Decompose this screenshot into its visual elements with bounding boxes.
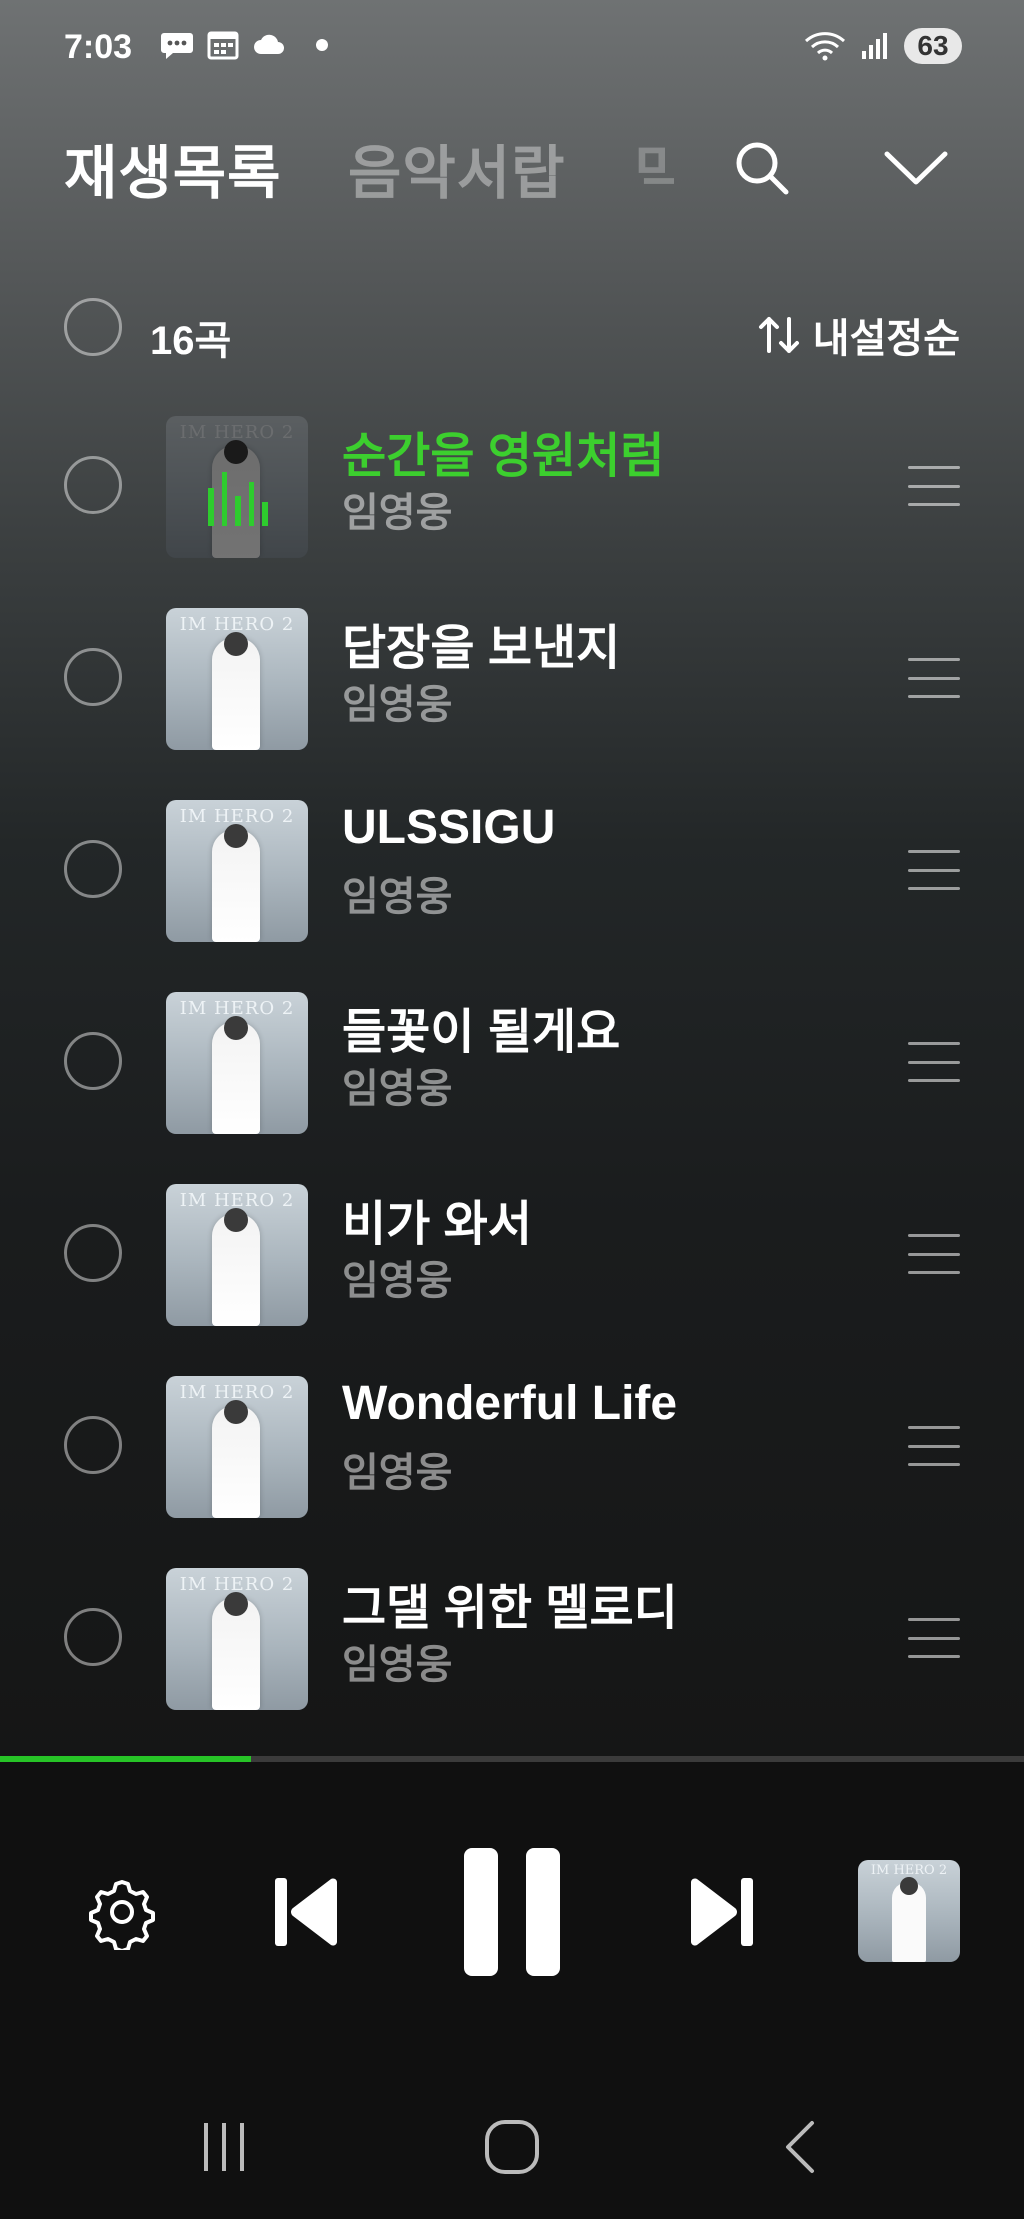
chat-icon <box>161 33 193 59</box>
album-art: IM HERO 2 <box>166 800 308 942</box>
system-nav-bar <box>0 2072 1024 2219</box>
notification-dot <box>316 39 328 51</box>
list-header: 16곡 내설정순 <box>64 298 960 364</box>
song-title: 비가 와서 <box>342 1198 532 1251</box>
song-checkbox[interactable] <box>64 1416 122 1474</box>
cloud-icon <box>254 34 284 54</box>
status-bar: 7:03 63 <box>0 0 1024 100</box>
signal-icon <box>862 33 887 59</box>
select-all-checkbox[interactable] <box>64 298 122 356</box>
album-art: IM HERO 2 <box>166 992 308 1134</box>
drag-handle-icon[interactable] <box>908 466 960 506</box>
song-title: 들꽃이 될게요 <box>342 1006 621 1059</box>
album-art: IM HERO 2 <box>166 1568 308 1710</box>
calendar-icon <box>207 31 239 60</box>
pause-button[interactable] <box>462 1844 562 1980</box>
song-title: 순간을 영원처럼 <box>342 430 665 483</box>
song-checkbox[interactable] <box>64 840 122 898</box>
tab-music-drawer[interactable]: 음악서랍 <box>348 126 565 210</box>
home-button[interactable] <box>472 2112 552 2182</box>
sort-button[interactable]: 내설정순 <box>757 306 960 364</box>
song-row[interactable]: IM HERO 2 Wonderful Life 임영웅 <box>0 1366 1024 1526</box>
back-button[interactable] <box>760 2112 840 2182</box>
recent-apps-icon <box>204 2123 244 2171</box>
drag-handle-icon[interactable] <box>908 1426 960 1466</box>
battery-indicator: 63 <box>904 28 962 64</box>
song-checkbox[interactable] <box>64 1224 122 1282</box>
song-title: 그댈 위한 멜로디 <box>342 1582 678 1635</box>
drag-handle-icon[interactable] <box>908 1618 960 1658</box>
drag-handle-icon[interactable] <box>908 658 960 698</box>
song-artist: 임영웅 <box>342 1643 453 1687</box>
settings-button[interactable] <box>82 1872 162 1952</box>
song-row[interactable]: IM HERO 2 그댈 위한 멜로디 임영웅 <box>0 1558 1024 1718</box>
sort-icon <box>758 317 799 353</box>
chevron-down-icon <box>884 151 948 185</box>
search-icon <box>736 142 789 195</box>
song-checkbox[interactable] <box>64 1608 122 1666</box>
header: 재생목록 음악서랍 믹 <box>64 120 1024 220</box>
song-row[interactable]: IM HERO 2 답장을 보낸지 임영웅 <box>0 598 1024 758</box>
song-artist: 임영웅 <box>342 875 453 919</box>
player-controls: IM HERO 2 <box>0 1762 1024 2072</box>
song-row[interactable]: IM HERO 2 들꽃이 될게요 임영웅 <box>0 982 1024 1142</box>
sort-label: 내설정순 <box>812 317 960 361</box>
song-artist: 임영웅 <box>342 1451 453 1495</box>
album-art: IM HERO 2 <box>166 1184 308 1326</box>
song-title: 답장을 보낸지 <box>342 622 621 675</box>
equalizer-icon <box>208 466 268 526</box>
song-row[interactable]: IM HERO 2 순간을 영원처럼 임영웅 <box>0 406 1024 566</box>
song-row[interactable]: IM HERO 2 비가 와서 임영웅 <box>0 1174 1024 1334</box>
drag-handle-icon[interactable] <box>908 1042 960 1082</box>
tab-playlist[interactable]: 재생목록 <box>64 126 281 210</box>
recent-apps-button[interactable] <box>184 2112 264 2182</box>
drag-handle-icon[interactable] <box>908 850 960 890</box>
song-row[interactable]: IM HERO 2 ULSSIGU 임영웅 <box>0 790 1024 950</box>
song-checkbox[interactable] <box>64 1032 122 1090</box>
song-artist: 임영웅 <box>342 1067 453 1111</box>
collapse-button[interactable] <box>876 128 956 208</box>
back-icon <box>786 2121 814 2173</box>
song-title: ULSSIGU <box>342 801 556 854</box>
status-time: 7:03 <box>64 28 133 66</box>
wifi-icon <box>804 32 846 61</box>
song-title: Wonderful Life <box>342 1377 678 1430</box>
song-checkbox[interactable] <box>64 648 122 706</box>
song-checkbox[interactable] <box>64 456 122 514</box>
album-art: IM HERO 2 <box>166 608 308 750</box>
song-count: 16곡 <box>150 319 232 363</box>
pause-icon <box>464 1848 560 1976</box>
drag-handle-icon[interactable] <box>908 1234 960 1274</box>
tab-mix[interactable]: 믹 <box>634 126 674 210</box>
gear-icon <box>89 1880 155 1950</box>
song-artist: 임영웅 <box>342 1259 453 1303</box>
previous-button[interactable] <box>266 1862 346 1962</box>
skip-next-icon <box>691 1878 753 1946</box>
song-artist: 임영웅 <box>342 683 453 727</box>
home-icon <box>485 2120 539 2174</box>
now-playing-album-art[interactable]: IM HERO 2 <box>858 1860 960 1962</box>
skip-previous-icon <box>275 1878 337 1946</box>
album-art: IM HERO 2 <box>166 1376 308 1518</box>
next-button[interactable] <box>682 1862 762 1962</box>
album-art-text: IM HERO 2 <box>870 1863 948 1878</box>
status-notification-icons <box>160 30 328 60</box>
search-button[interactable] <box>722 128 802 208</box>
song-artist: 임영웅 <box>342 491 453 535</box>
status-system-icons: 63 <box>804 28 962 64</box>
